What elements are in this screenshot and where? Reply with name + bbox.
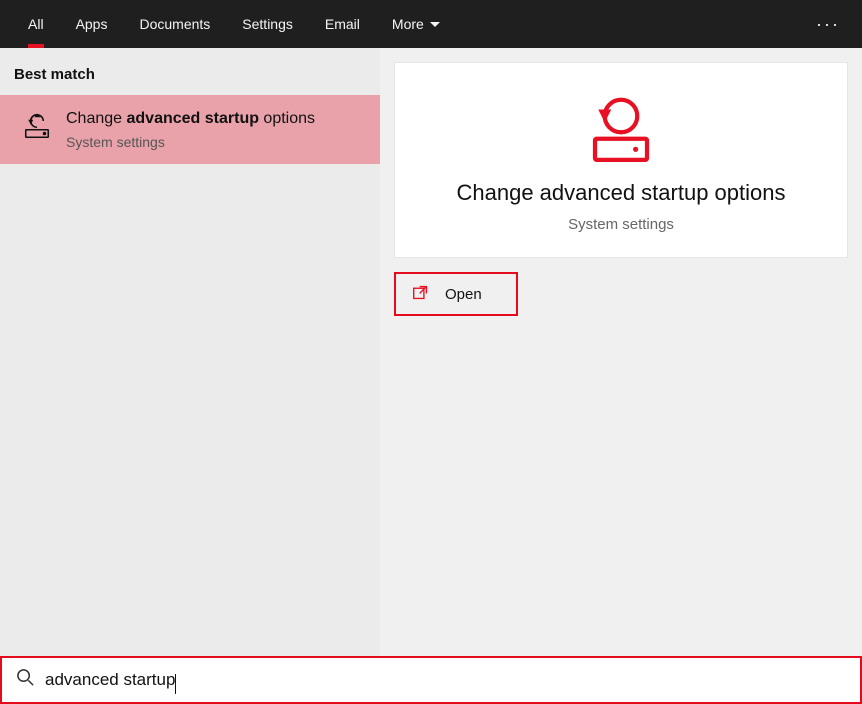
results-pane: Best match Change advanced startup optio… bbox=[0, 48, 380, 656]
detail-card: Change advanced startup options System s… bbox=[394, 62, 848, 258]
section-header-best-match: Best match bbox=[0, 48, 380, 95]
open-button[interactable]: Open bbox=[394, 272, 518, 316]
tab-label: More bbox=[392, 16, 424, 32]
tab-label: Apps bbox=[76, 16, 108, 32]
search-bar[interactable]: advanced startup bbox=[0, 656, 862, 704]
search-input[interactable]: advanced startup bbox=[45, 670, 176, 690]
result-item-advanced-startup[interactable]: Change advanced startup options System s… bbox=[0, 95, 380, 164]
tab-all[interactable]: All bbox=[12, 0, 60, 48]
result-title: Change advanced startup options bbox=[66, 109, 315, 130]
tab-email[interactable]: Email bbox=[309, 0, 376, 48]
tab-label: Documents bbox=[139, 16, 210, 32]
result-subtitle: System settings bbox=[66, 134, 315, 150]
detail-pane: Change advanced startup options System s… bbox=[380, 48, 862, 656]
detail-subtitle: System settings bbox=[568, 216, 674, 233]
search-icon bbox=[16, 668, 35, 692]
recovery-icon bbox=[582, 93, 660, 170]
detail-title: Change advanced startup options bbox=[456, 180, 785, 206]
recovery-icon bbox=[22, 111, 52, 146]
tab-settings[interactable]: Settings bbox=[226, 0, 309, 48]
search-filter-tabbar: All Apps Documents Settings Email More ·… bbox=[0, 0, 862, 48]
more-options-icon[interactable]: ··· bbox=[806, 14, 850, 35]
tab-more[interactable]: More bbox=[376, 0, 456, 48]
chevron-down-icon bbox=[430, 22, 440, 27]
tab-label: Settings bbox=[242, 16, 293, 32]
open-label: Open bbox=[445, 286, 482, 303]
tab-label: Email bbox=[325, 16, 360, 32]
tab-apps[interactable]: Apps bbox=[60, 0, 124, 48]
search-content: Best match Change advanced startup optio… bbox=[0, 48, 862, 656]
tab-label: All bbox=[28, 16, 44, 32]
tab-documents[interactable]: Documents bbox=[123, 0, 226, 48]
open-icon bbox=[412, 284, 429, 305]
text-cursor bbox=[175, 674, 176, 694]
